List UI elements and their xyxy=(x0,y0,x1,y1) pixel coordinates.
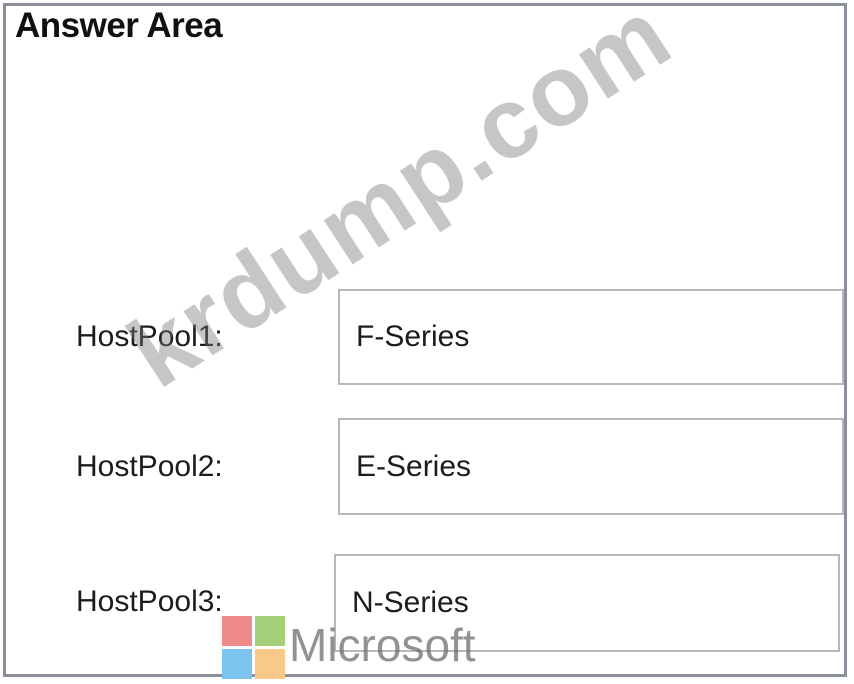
logo-square-yellow xyxy=(255,649,285,679)
logo-square-red xyxy=(222,616,252,646)
hostpool2-label: HostPool2: xyxy=(76,450,223,483)
hostpool1-answer-box[interactable]: F-Series xyxy=(338,289,844,385)
answer-area-title: Answer Area xyxy=(15,6,223,45)
microsoft-wordmark: Microsoft xyxy=(289,619,476,671)
hostpool3-label: HostPool3: xyxy=(76,585,223,618)
microsoft-logo-icon xyxy=(222,616,286,680)
logo-square-blue xyxy=(222,649,252,679)
hostpool2-answer-box[interactable]: E-Series xyxy=(338,418,844,515)
logo-square-green xyxy=(255,616,285,646)
hostpool1-label: HostPool1: xyxy=(76,320,223,353)
